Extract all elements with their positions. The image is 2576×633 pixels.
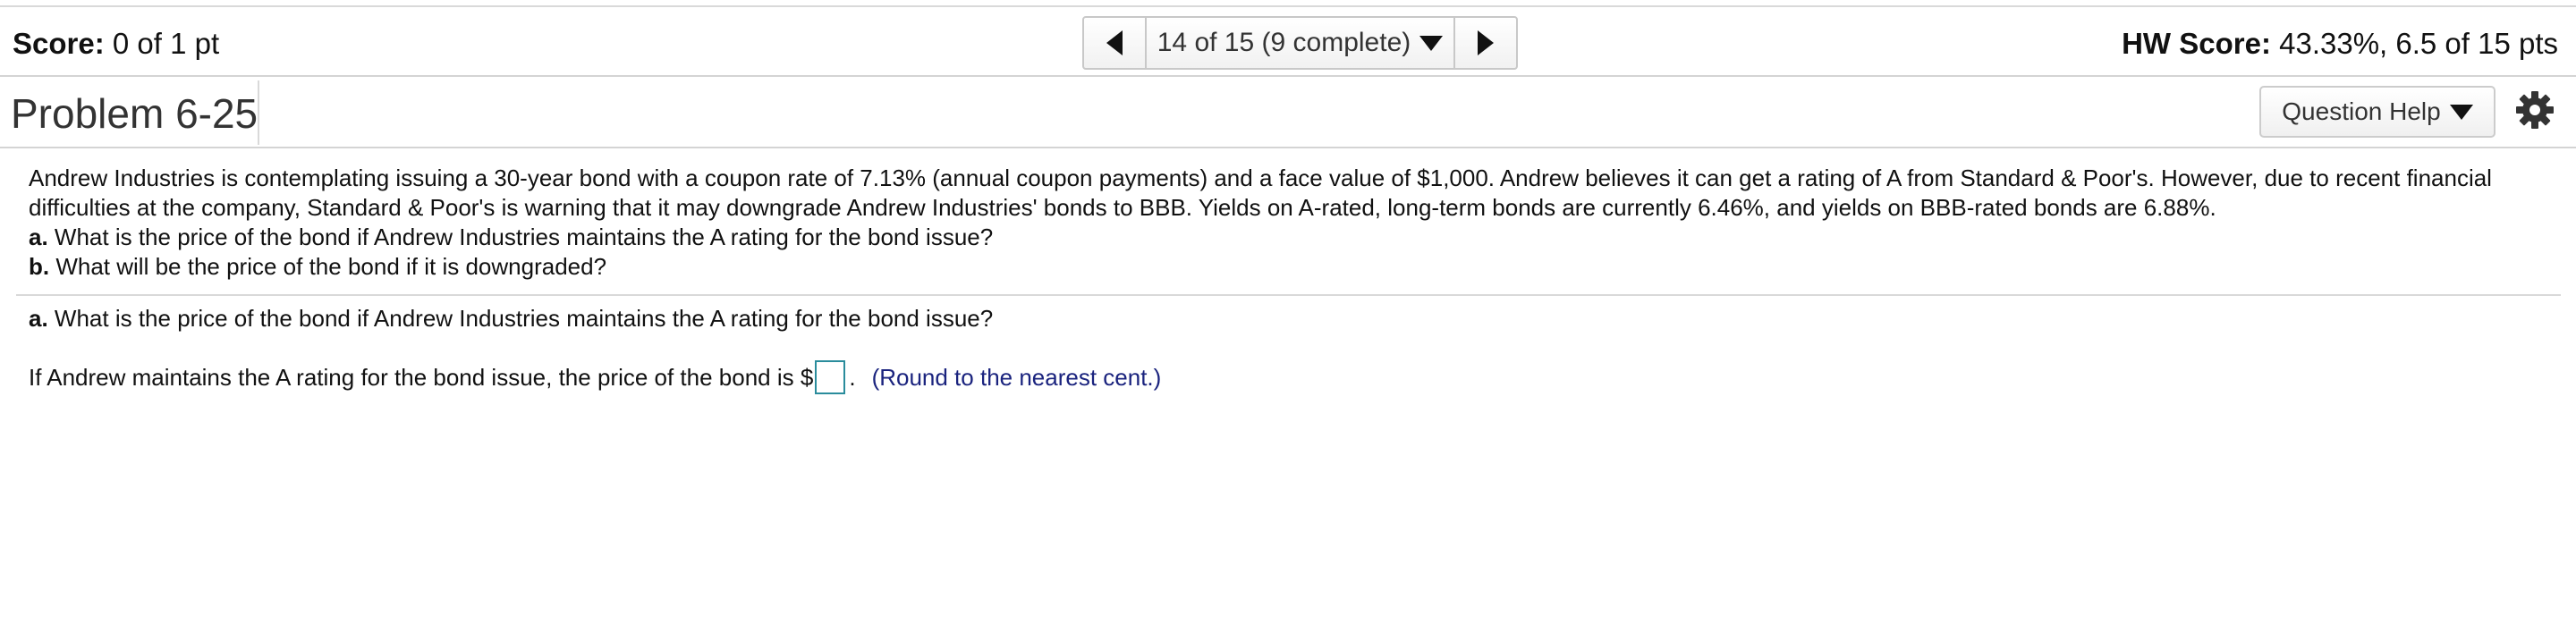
question-statement: Andrew Industries is contemplating issui… [29,164,2551,282]
hw-score-value: 43.33%, 6.5 of 15 pts [2279,27,2558,60]
part-a-label: a. [29,305,48,332]
question-list-dropdown[interactable]: 14 of 15 (9 complete) [1147,18,1453,68]
question-position: 14 of 15 (9 complete) [1157,28,1411,57]
problem-bar: Problem 6-25 Question Help [0,77,2576,148]
question-a: a. What is the price of the bond if Andr… [29,223,2551,252]
score: Score: 0 of 1 pt [13,27,219,61]
hw-score-label: HW Score: [2122,27,2271,60]
previous-question-button[interactable] [1084,18,1147,68]
triangle-right-icon [1478,30,1494,55]
question-b-label: b. [29,253,50,280]
hw-score: HW Score: 43.33%, 6.5 of 15 pts [2122,27,2558,61]
triangle-left-icon [1106,30,1123,55]
score-label: Score: [13,27,105,60]
rounding-hint: (Round to the nearest cent.) [871,363,1162,391]
caret-down-icon [2449,104,2473,120]
next-question-button[interactable] [1453,18,1516,68]
question-navigator: 14 of 15 (9 complete) [1082,16,1518,70]
question-a-label: a. [29,224,48,250]
question-a-text: What is the price of the bond if Andrew … [54,224,994,250]
problem-title: Problem 6-25 [11,90,258,137]
question-b: b. What will be the price of the bond if… [29,252,2551,282]
score-bar: Score: 0 of 1 pt 14 of 15 (9 complete) H… [0,7,2576,77]
answer-suffix: . [849,363,856,391]
part-a-question: a. What is the price of the bond if Andr… [29,304,993,333]
answer-prefix: If Andrew maintains the A rating for the… [29,363,814,391]
title-divider [258,80,259,145]
question-b-text: What will be the price of the bond if it… [55,253,607,280]
answer-input[interactable] [815,360,846,394]
intro-line-2: difficulties at the company, Standard & … [29,194,2216,221]
section-divider [16,294,2561,296]
question-help-label: Question Help [2282,97,2441,125]
caret-down-icon [1419,35,1444,51]
answer-line: If Andrew maintains the A rating for the… [29,359,1161,395]
intro-line-1: Andrew Industries is contemplating issui… [29,165,2492,191]
part-a-text: What is the price of the bond if Andrew … [54,305,994,332]
question-help-button[interactable]: Question Help [2259,86,2496,138]
score-value: 0 of 1 pt [112,27,220,60]
gear-icon[interactable] [2514,89,2555,131]
